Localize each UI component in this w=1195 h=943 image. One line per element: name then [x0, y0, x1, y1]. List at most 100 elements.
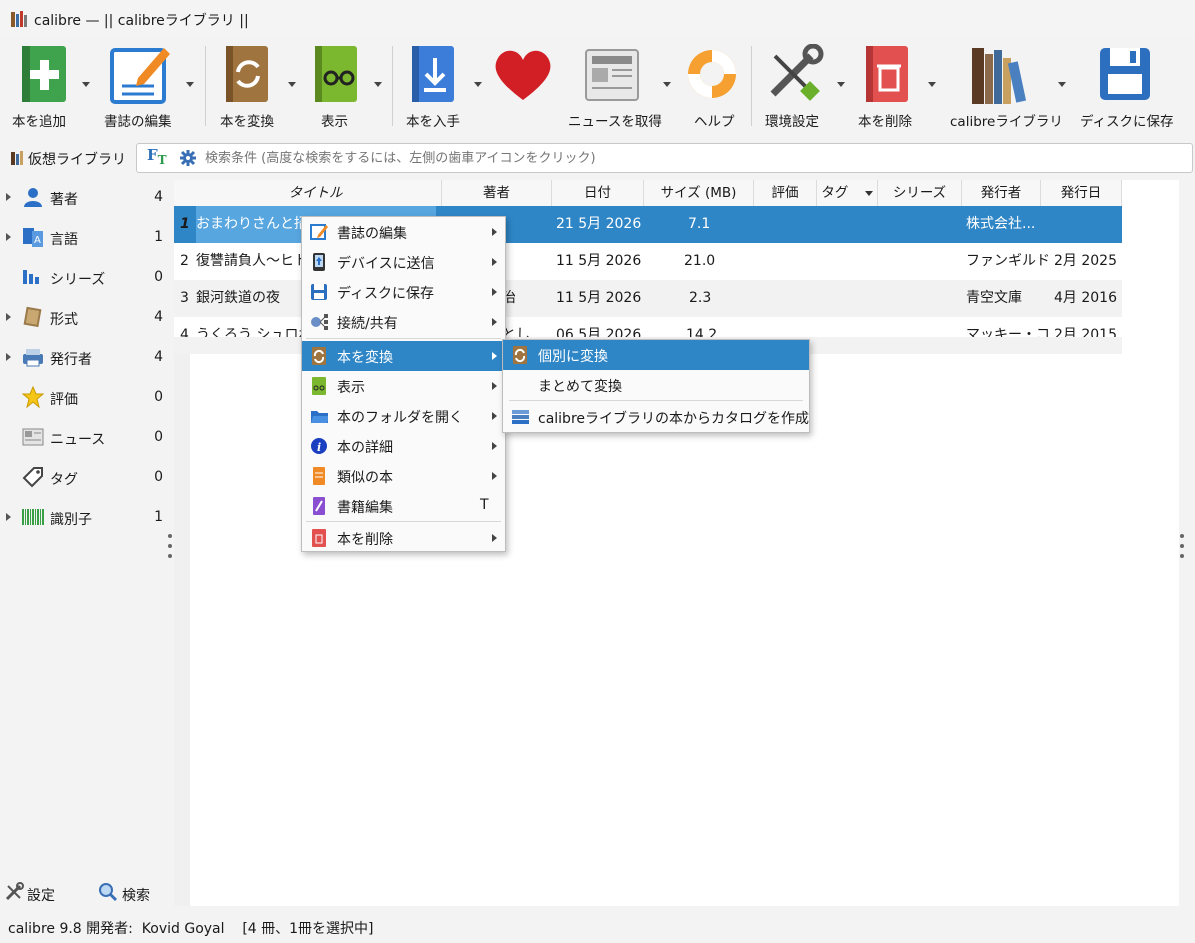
expand-arrow-icon[interactable] — [6, 353, 11, 361]
get-books-button[interactable]: 本を入手 — [398, 38, 488, 138]
add-books-dropdown-arrow[interactable] — [82, 82, 90, 87]
tag-browser-item-series[interactable]: シリーズ 0 — [0, 262, 170, 292]
menu-item-similar-books[interactable]: 類似の本 — [302, 461, 505, 491]
tag-browser-item-authors[interactable]: 著者 4 — [0, 182, 170, 212]
fetch-news-dropdown-arrow[interactable] — [663, 82, 671, 87]
language-icon: A — [23, 228, 43, 247]
tag-browser-item-formats[interactable]: 形式 4 — [0, 302, 170, 332]
expand-arrow-icon[interactable] — [6, 193, 11, 201]
cell-pubdate[interactable]: 4月 2016 — [1054, 280, 1117, 317]
save-to-disk-button[interactable]: ディスクに保存 — [1074, 38, 1192, 138]
tag-browser-count: 0 — [154, 469, 163, 485]
configure-tag-browser-button[interactable]: 設定 — [4, 880, 84, 906]
column-header-series[interactable]: シリーズ — [878, 180, 962, 206]
column-header-publisher[interactable]: 発行者 — [962, 180, 1041, 206]
search-input[interactable] — [203, 146, 1187, 170]
tag-browser-item-identifiers[interactable]: 識別子 1 — [0, 502, 170, 532]
expand-arrow-icon[interactable] — [6, 513, 11, 521]
column-header-author[interactable]: 著者 — [442, 180, 552, 206]
cell-author[interactable]: とし — [502, 317, 530, 337]
convert-books-button[interactable]: 本を変換 — [212, 38, 302, 138]
submenu-item-bulk-convert[interactable]: まとめて変換 — [503, 370, 809, 400]
convert-book-icon — [312, 347, 326, 365]
cell-publisher[interactable]: 青空文庫 — [966, 280, 1022, 317]
row-number: 1 — [180, 216, 190, 232]
submenu-item-create-catalog[interactable]: calibreライブラリの本からカタログを作成 — [503, 402, 809, 432]
cell-size[interactable]: 14.2 — [686, 317, 717, 337]
menu-item-label: 類似の本 — [337, 470, 393, 486]
view-dropdown-arrow[interactable] — [374, 82, 382, 87]
menu-item-view[interactable]: 表示 — [302, 371, 505, 401]
view-button[interactable]: 表示 — [305, 38, 390, 138]
convert-books-dropdown-arrow[interactable] — [288, 82, 296, 87]
menu-item-label: 接続/共有 — [337, 316, 398, 332]
sort-arrow-icon — [864, 190, 873, 196]
cell-size[interactable]: 7.1 — [688, 206, 710, 243]
menu-item-edit-metadata[interactable]: 書誌の編集 — [302, 217, 505, 247]
get-books-dropdown-arrow[interactable] — [474, 82, 482, 87]
search-history-icon[interactable]: FT — [147, 146, 167, 167]
menu-item-label: 本のフォルダを開く — [337, 410, 463, 426]
remove-books-button[interactable]: 本を削除 — [852, 38, 942, 138]
edit-metadata-icon — [110, 48, 170, 104]
cell-date[interactable]: 11 5月 2026 — [556, 243, 641, 280]
floppy-save-icon — [311, 284, 327, 300]
add-books-button[interactable]: 本を追加 — [6, 38, 96, 138]
menu-item-open-folder[interactable]: 本のフォルダを開く — [302, 401, 505, 431]
remove-books-dropdown-arrow[interactable] — [928, 82, 936, 87]
submenu-arrow-icon — [492, 318, 497, 326]
row-number: 2 — [180, 253, 189, 269]
cell-publisher[interactable]: 株式会社... — [966, 206, 1035, 243]
column-header-rating[interactable]: 評価 — [754, 180, 817, 206]
column-header-size[interactable]: サイズ (MB) — [644, 180, 754, 206]
tag-browser-count: 0 — [154, 269, 163, 285]
search-bar[interactable]: FT — [136, 143, 1193, 173]
menu-item-send-to-device[interactable]: デバイスに送信 — [302, 247, 505, 277]
submenu-item-convert-individually[interactable]: 個別に変換 — [503, 340, 809, 370]
toolbar-separator — [751, 46, 752, 126]
cell-pubdate[interactable]: 2月 2015 — [1054, 317, 1117, 337]
menu-item-edit-book[interactable]: 書籍編集 T — [302, 491, 505, 521]
menu-item-convert-books[interactable]: 本を変換 — [302, 341, 505, 371]
right-splitter-handle[interactable] — [1180, 534, 1185, 562]
table-header: タイトル 著者 日付 サイズ (MB) 評価 タグ シリーズ 発行者 発行日 — [174, 180, 1122, 207]
cell-publisher[interactable]: ファンギルド — [966, 243, 1050, 280]
tag-browser-item-publishers[interactable]: 発行者 4 — [0, 342, 170, 372]
cell-size[interactable]: 21.0 — [684, 243, 715, 280]
gear-icon[interactable] — [180, 150, 196, 166]
expand-arrow-icon[interactable] — [6, 233, 11, 241]
donate-button[interactable] — [490, 38, 560, 138]
expand-arrow-icon[interactable] — [6, 313, 11, 321]
cell-date[interactable]: 21 5月 2026 — [556, 206, 641, 243]
preferences-button[interactable]: 環境設定 — [755, 38, 850, 138]
tag-browser-label: 識別子 — [50, 512, 92, 528]
cell-date[interactable]: 11 5月 2026 — [556, 280, 641, 317]
edit-metadata-dropdown-arrow[interactable] — [186, 82, 194, 87]
left-splitter-handle[interactable] — [168, 534, 173, 562]
menu-item-remove-books[interactable]: 本を削除 — [302, 523, 505, 553]
column-header-pubdate[interactable]: 発行日 — [1041, 180, 1122, 206]
help-button[interactable]: ヘルプ — [678, 38, 746, 138]
edit-metadata-button[interactable]: 書誌の編集 — [100, 38, 200, 138]
tag-browser-item-rating[interactable]: 評価 0 — [0, 382, 170, 412]
cell-publisher[interactable]: マッキー・コ... — [966, 317, 1063, 337]
menu-item-save-to-disk[interactable]: ディスクに保存 — [302, 277, 505, 307]
tag-browser-item-tags[interactable]: タグ 0 — [0, 462, 170, 492]
cell-date[interactable]: 06 5月 2026 — [556, 317, 641, 337]
library-dropdown-arrow[interactable] — [1058, 82, 1066, 87]
menu-item-book-details[interactable]: i 本の詳細 — [302, 431, 505, 461]
cell-pubdate[interactable]: 2月 2025 — [1054, 243, 1117, 280]
library-button[interactable]: calibreライブラリ — [944, 38, 1070, 138]
menu-item-connect-share[interactable]: 接続/共有 — [302, 307, 505, 337]
column-header-date[interactable]: 日付 — [552, 180, 644, 206]
column-header-tags[interactable]: タグ — [817, 180, 878, 206]
menu-item-label: 書籍編集 — [337, 500, 393, 516]
preferences-dropdown-arrow[interactable] — [837, 82, 845, 87]
find-in-tag-browser-button[interactable]: 検索 — [98, 880, 168, 906]
column-header-title[interactable]: タイトル — [190, 180, 442, 206]
tag-browser-item-news[interactable]: ニュース 0 — [0, 422, 170, 452]
tag-browser-item-languages[interactable]: A 言語 1 — [0, 222, 170, 252]
menu-item-label: 書誌の編集 — [337, 226, 407, 242]
cell-size[interactable]: 2.3 — [689, 280, 711, 317]
fetch-news-button[interactable]: ニュースを取得 — [560, 38, 675, 138]
